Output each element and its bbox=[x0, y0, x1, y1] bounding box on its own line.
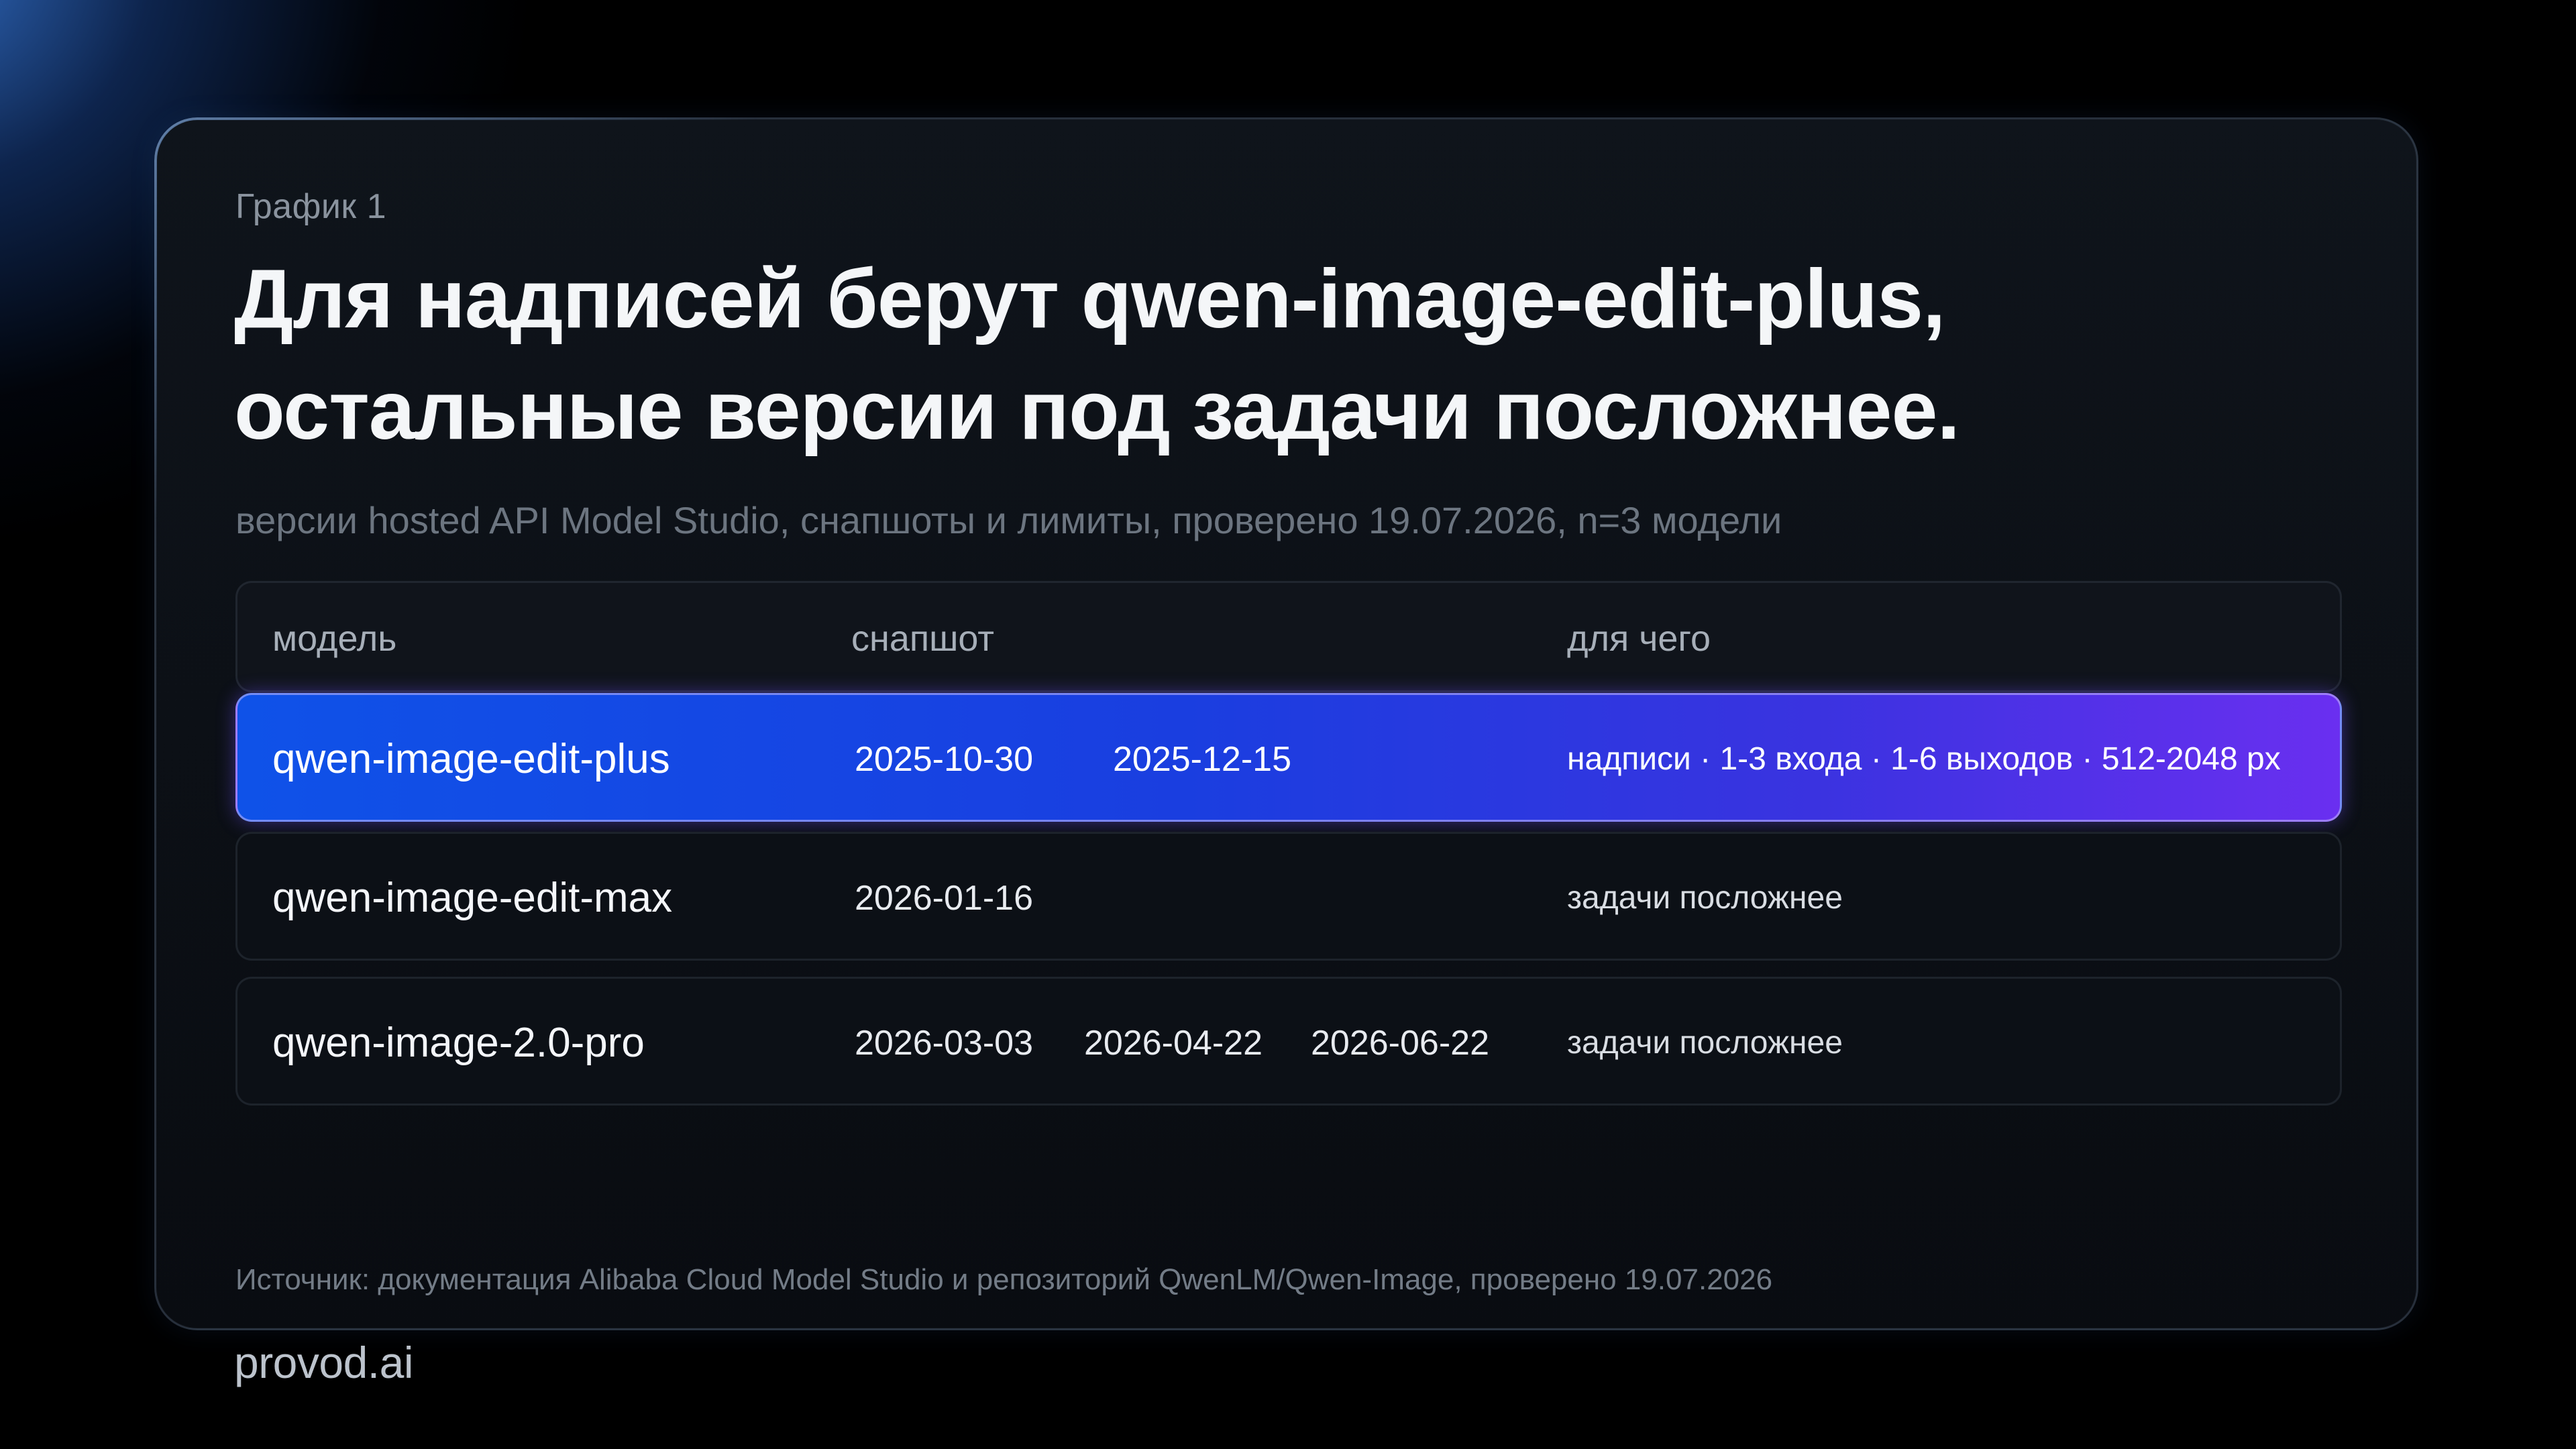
table-header-row: модель снапшот для чего bbox=[235, 581, 2342, 692]
model-name: qwen-image-edit-plus bbox=[272, 736, 670, 782]
chart-subtitle: версии hosted API Model Studio, снапшоты… bbox=[235, 499, 1782, 541]
purpose-text: надписи · 1-3 входа · 1-6 выходов · 512-… bbox=[1567, 741, 2281, 777]
column-header-model: модель bbox=[272, 619, 397, 659]
purpose-text: задачи посложнее bbox=[1567, 880, 1843, 916]
snapshot-date: 2025-10-30 bbox=[855, 740, 1033, 779]
snapshot-date: 2026-03-03 bbox=[855, 1024, 1033, 1063]
column-header-purpose: для чего bbox=[1567, 619, 1711, 659]
table-row: qwen-image-2.0-pro 2026-03-03 2026-04-22 20… bbox=[235, 977, 2342, 1106]
purpose-text: задачи посложнее bbox=[1567, 1025, 1843, 1061]
brand-logo: provod.ai bbox=[234, 1338, 414, 1387]
chart-title-line-2: остальные версии под задачи посложнее. bbox=[234, 364, 1960, 457]
chart-eyebrow: График 1 bbox=[235, 187, 387, 226]
source-note: Источник: документация Alibaba Cloud Mod… bbox=[235, 1263, 1773, 1296]
model-name: qwen-image-2.0-pro bbox=[272, 1020, 645, 1066]
chart-title-line-1: Для надписей берут qwen-image-edit-plus, bbox=[234, 253, 1945, 345]
model-name: qwen-image-edit-max bbox=[272, 875, 673, 921]
chart-card: График 1 Для надписей берут qwen-image-e… bbox=[154, 117, 2418, 1387]
column-header-snapshot: снапшот bbox=[851, 619, 994, 659]
snapshot-date: 2026-04-22 bbox=[1084, 1024, 1263, 1063]
table-row: qwen-image-edit-max 2026-01-16 задачи посл… bbox=[235, 832, 2342, 961]
snapshot-date: 2026-01-16 bbox=[855, 879, 1033, 918]
table-row: qwen-image-edit-plus 2025-10-30 2025-12-15… bbox=[235, 693, 2342, 822]
snapshot-date: 2026-06-22 bbox=[1311, 1024, 1489, 1063]
chart-title: Для надписей берут qwen-image-edit-plus,… bbox=[234, 244, 2314, 466]
snapshot-date: 2025-12-15 bbox=[1113, 740, 1291, 779]
